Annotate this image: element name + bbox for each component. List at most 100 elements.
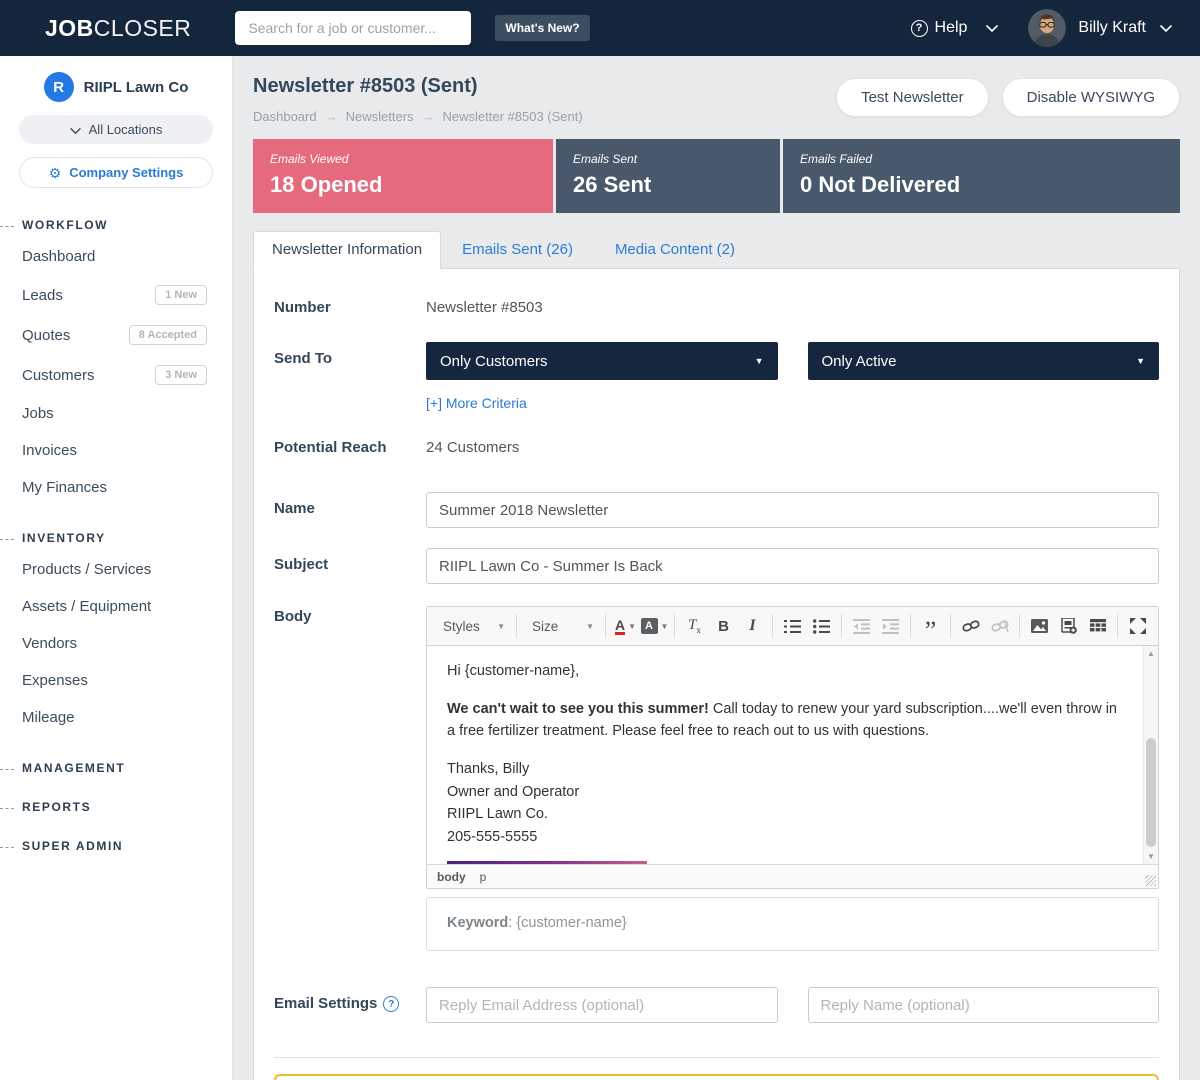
- user-avatar[interactable]: [1028, 9, 1066, 47]
- sidebar-item-invoices[interactable]: Invoices: [0, 432, 232, 469]
- maximize-icon[interactable]: [1123, 613, 1152, 639]
- outdent-icon[interactable]: [847, 613, 876, 639]
- dropdown-caret-icon: ▼: [586, 622, 594, 631]
- sidebar-item-leads[interactable]: Leads1 New: [0, 275, 232, 315]
- editor-content-area[interactable]: Hi {customer-name}, We can't wait to see…: [427, 646, 1158, 864]
- sidebar-item-customers[interactable]: Customers3 New: [0, 355, 232, 395]
- disable-wysiwyg-button[interactable]: Disable WYSIWYG: [1002, 78, 1180, 117]
- section-divider: [274, 1057, 1159, 1058]
- bold-icon[interactable]: B: [709, 613, 738, 639]
- all-locations-label: All Locations: [89, 122, 163, 137]
- company-settings-button[interactable]: ⚙ Company Settings: [19, 157, 213, 188]
- sidebar-item-quotes[interactable]: Quotes8 Accepted: [0, 315, 232, 355]
- company-logo: R: [44, 72, 74, 102]
- link-icon[interactable]: [956, 613, 985, 639]
- app-logo[interactable]: JOBCLOSER: [45, 15, 191, 42]
- scrollbar-thumb[interactable]: [1146, 738, 1156, 847]
- test-newsletter-button[interactable]: Test Newsletter: [836, 78, 989, 117]
- path-body[interactable]: body: [437, 870, 466, 884]
- section-dash-icon: [0, 226, 14, 227]
- template-icon[interactable]: [1054, 613, 1083, 639]
- email-settings-label: Email Settings ?: [274, 987, 426, 1023]
- sidebar-item-mileage[interactable]: Mileage: [0, 699, 232, 736]
- company-header: R RIIPL Lawn Co: [0, 72, 232, 102]
- sidebar-item-my-finances[interactable]: My Finances: [0, 469, 232, 506]
- resize-handle[interactable]: [1145, 875, 1156, 886]
- breadcrumb-newsletters[interactable]: Newsletters: [346, 109, 414, 124]
- name-input[interactable]: [426, 492, 1159, 528]
- status-filter-dropdown[interactable]: Only Active ▼: [808, 342, 1160, 380]
- unlink-icon[interactable]: [985, 613, 1014, 639]
- breadcrumb-dashboard[interactable]: Dashboard: [253, 109, 317, 124]
- section-header-management[interactable]: MANAGEMENT: [0, 761, 232, 775]
- keyword-helper: Keyword: {customer-name}: [426, 897, 1159, 951]
- send-to-dropdown[interactable]: Only Customers ▼: [426, 342, 778, 380]
- text-color-icon[interactable]: A▼: [611, 613, 640, 639]
- wysiwyg-editor: Styles▼ Size▼ A▼ A▼ Tx B I: [426, 606, 1159, 889]
- more-criteria-link[interactable]: [+] More Criteria: [426, 395, 527, 411]
- customers-badge: 3 New: [155, 365, 207, 385]
- section-header-super-admin[interactable]: SUPER ADMIN: [0, 839, 232, 853]
- path-p[interactable]: p: [480, 870, 487, 884]
- user-name[interactable]: Billy Kraft: [1078, 19, 1146, 37]
- section-dash-icon: [0, 847, 14, 848]
- all-locations-selector[interactable]: All Locations: [19, 115, 213, 144]
- editor-element-path: body p: [427, 864, 1158, 888]
- background-color-icon[interactable]: A▼: [640, 613, 669, 639]
- blockquote-icon[interactable]: ”: [916, 613, 945, 639]
- sidebar-item-assets-equipment[interactable]: Assets / Equipment: [0, 588, 232, 625]
- section-dash-icon: [0, 808, 14, 809]
- tab-emails-sent[interactable]: Emails Sent (26): [441, 232, 594, 268]
- sidebar-item-expenses[interactable]: Expenses: [0, 662, 232, 699]
- page-title: Newsletter #8503 (Sent): [253, 75, 583, 98]
- potential-reach-label: Potential Reach: [274, 439, 426, 456]
- indent-icon[interactable]: [876, 613, 905, 639]
- section-header-reports[interactable]: REPORTS: [0, 800, 232, 814]
- stat-emails-sent: Emails Sent 26 Sent: [556, 139, 780, 213]
- section-header-inventory[interactable]: INVENTORY: [0, 531, 232, 545]
- help-label: Help: [935, 19, 968, 37]
- dropdown-caret-icon: ▼: [497, 622, 505, 631]
- remove-format-icon[interactable]: Tx: [680, 613, 709, 639]
- help-tooltip-icon[interactable]: ?: [383, 996, 399, 1012]
- top-navbar: JOBCLOSER What's New? ? Help: [0, 0, 1200, 56]
- italic-icon[interactable]: I: [738, 613, 767, 639]
- leads-badge: 1 New: [155, 285, 207, 305]
- breadcrumb: Dashboard → Newsletters → Newsletter #85…: [253, 109, 583, 124]
- quotes-badge: 8 Accepted: [129, 325, 207, 345]
- sidebar-item-products-services[interactable]: Products / Services: [0, 551, 232, 588]
- ordered-list-icon[interactable]: [778, 613, 807, 639]
- image-icon[interactable]: [1025, 613, 1054, 639]
- number-value: Newsletter #8503: [426, 299, 1159, 316]
- dropdown-caret-icon: ▼: [755, 356, 764, 366]
- search-input[interactable]: [235, 11, 471, 45]
- reply-email-input[interactable]: [426, 987, 778, 1023]
- table-icon[interactable]: [1083, 613, 1112, 639]
- styles-dropdown[interactable]: Styles▼: [433, 613, 511, 639]
- sidebar-item-dashboard[interactable]: Dashboard: [0, 238, 232, 275]
- chevron-down-icon: [986, 19, 998, 37]
- sidebar-item-vendors[interactable]: Vendors: [0, 625, 232, 662]
- sidebar: R RIIPL Lawn Co All Locations ⚙ Company …: [0, 56, 233, 1080]
- tab-newsletter-information[interactable]: Newsletter Information: [253, 231, 441, 269]
- number-label: Number: [274, 299, 426, 316]
- bullet-list-icon[interactable]: [807, 613, 836, 639]
- editor-scrollbar[interactable]: ▲ ▼: [1143, 646, 1158, 864]
- scroll-down-icon[interactable]: ▼: [1144, 849, 1158, 864]
- sidebar-item-jobs[interactable]: Jobs: [0, 395, 232, 432]
- size-dropdown[interactable]: Size▼: [522, 613, 600, 639]
- subject-input[interactable]: [426, 548, 1159, 584]
- whats-new-button[interactable]: What's New?: [495, 15, 589, 41]
- help-menu[interactable]: ? Help: [911, 19, 999, 37]
- reply-name-input[interactable]: [808, 987, 1160, 1023]
- scroll-up-icon[interactable]: ▲: [1144, 646, 1158, 661]
- dropdown-caret-icon: ▼: [1136, 356, 1145, 366]
- subject-label: Subject: [274, 548, 426, 584]
- help-icon: ?: [911, 20, 928, 37]
- email-stats-bar: Emails Viewed 18 Opened Emails Sent 26 S…: [253, 139, 1180, 213]
- breadcrumb-arrow-icon: →: [422, 109, 435, 124]
- section-header-workflow[interactable]: WORKFLOW: [0, 218, 232, 232]
- tab-media-content[interactable]: Media Content (2): [594, 232, 756, 268]
- newsletter-information-panel: Number Newsletter #8503 Send To Only Cus…: [253, 269, 1180, 1080]
- user-chevron-down-icon[interactable]: [1160, 19, 1172, 37]
